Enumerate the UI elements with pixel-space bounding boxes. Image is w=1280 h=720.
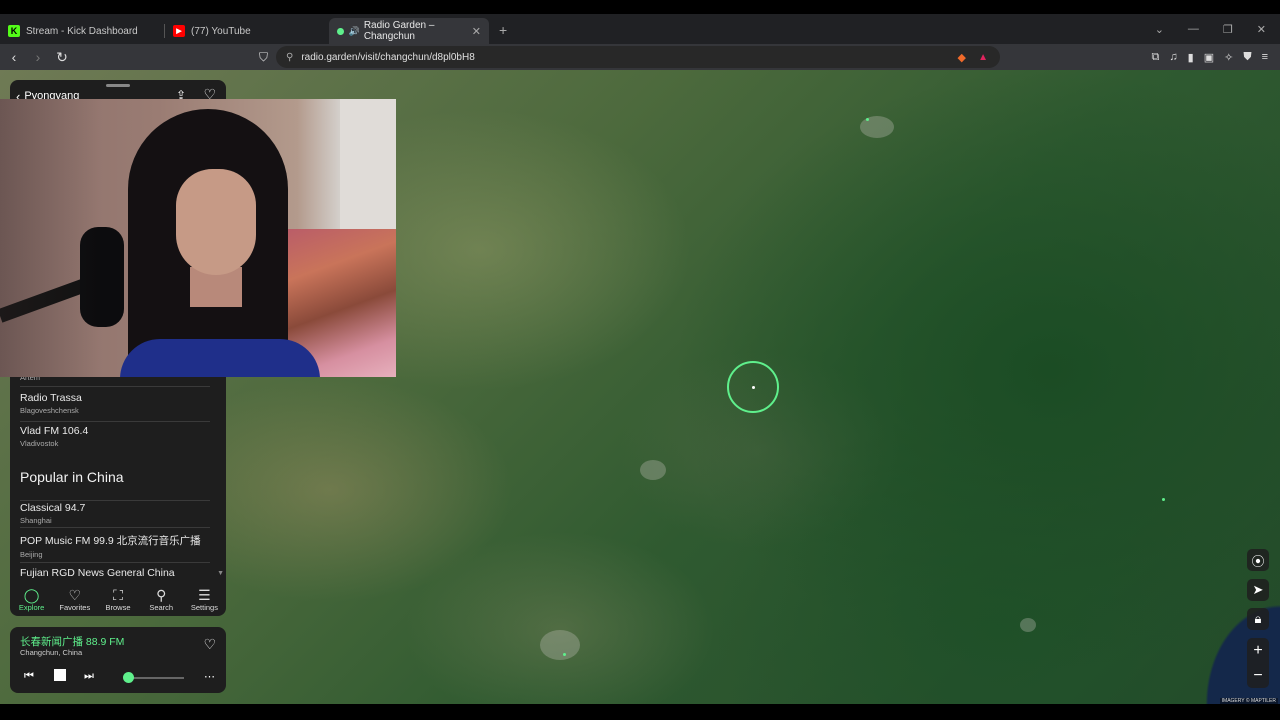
person-torso: [120, 339, 320, 377]
forward-icon[interactable]: ›: [28, 49, 48, 65]
zoom-controls: + −: [1247, 638, 1269, 688]
city-area: [640, 460, 666, 480]
station-name: Radio Trassa: [20, 392, 82, 404]
list-item[interactable]: Radio Trassa Blagoveshchensk: [20, 392, 210, 422]
list-item[interactable]: POP Music FM 99.9 北京流行音乐广播 Beijing: [20, 533, 210, 563]
person-face: [176, 169, 256, 275]
sidebar-icon[interactable]: ▮: [1188, 51, 1194, 64]
explore-icon: ◯: [23, 586, 40, 603]
heart-icon: ♡: [68, 586, 82, 603]
list-item[interactable]: Vlad FM 106.4 Vladivostok: [20, 425, 210, 455]
nav-settings[interactable]: ☰ Settings: [183, 582, 226, 616]
window-controls: ⌄ — ❐ ✕: [1155, 14, 1280, 44]
radio-garden-icon: [337, 27, 344, 35]
nav-favorites[interactable]: ♡ Favorites: [53, 582, 96, 616]
restore-button[interactable]: ❐: [1223, 23, 1233, 36]
tab-list-icon[interactable]: ⌄: [1155, 23, 1164, 36]
tab-label: (77) YouTube: [191, 25, 251, 37]
extensions-area: ⧉ ♫ ▮ ▣ ✧ ⛊ ≡: [1152, 44, 1268, 70]
station-name: POP Music FM 99.9 北京流行音乐广播: [20, 535, 201, 547]
station-name: Vlad FM 106.4: [20, 425, 89, 437]
nav-label: Settings: [190, 602, 218, 612]
browser-toolbar: ‹ › ↻ ⛉ ⚲ radio.garden/visit/changchun/d…: [0, 44, 1280, 70]
leo-icon[interactable]: ✧: [1224, 51, 1233, 64]
station-name: Fujian RGD News General China: [20, 567, 175, 579]
search-icon: ⚲: [156, 586, 167, 603]
youtube-icon: ▶: [173, 25, 185, 37]
tab-label: Stream - Kick Dashboard: [26, 25, 138, 37]
reload-icon[interactable]: ↻: [52, 49, 72, 66]
new-tab-button[interactable]: +: [499, 22, 507, 38]
station-marker[interactable]: [866, 118, 869, 121]
nav-label: Favorites: [59, 602, 91, 612]
site-info-icon[interactable]: ⚲: [286, 52, 293, 63]
more-icon[interactable]: ⋯: [204, 670, 215, 683]
now-playing-location: Changchun, China: [20, 648, 83, 657]
vpn-icon[interactable]: ⛊: [1243, 51, 1251, 64]
now-playing-station[interactable]: 长春新闻广播 88.9 FM: [20, 634, 124, 649]
station-marker[interactable]: [1162, 498, 1165, 501]
close-window-button[interactable]: ✕: [1257, 23, 1266, 36]
webcam-overlay: [0, 99, 396, 377]
player-bar: 长春新闻广播 88.9 FM Changchun, China ♡ ⏮ ⏭ ⋯: [10, 627, 226, 693]
tab-youtube[interactable]: ▶ (77) YouTube: [165, 18, 329, 44]
menu-icon[interactable]: ≡: [1262, 51, 1268, 63]
city-area: [540, 630, 580, 660]
favorite-icon[interactable]: ♡: [203, 636, 216, 653]
minimize-button[interactable]: —: [1188, 23, 1199, 35]
station-location: Vladivostok: [20, 439, 59, 448]
section-title: Popular in China: [20, 469, 124, 485]
wallet-icon[interactable]: ▣: [1204, 51, 1214, 64]
tab-kick[interactable]: K Stream - Kick Dashboard: [0, 18, 164, 44]
menu-icon: ☰: [198, 586, 211, 603]
zoom-out-button[interactable]: −: [1247, 663, 1269, 688]
nav-explore[interactable]: ◯ Explore: [10, 582, 53, 616]
map-icon: ⛶: [113, 586, 123, 603]
brave-shield-icon[interactable]: ◆: [958, 51, 966, 64]
top-bar: [0, 0, 1280, 14]
city-area: [1020, 618, 1036, 632]
nav-label: Explore: [18, 602, 45, 612]
brave-rewards-icon[interactable]: ▲: [978, 52, 988, 63]
address-bar[interactable]: ⚲ radio.garden/visit/changchun/d8pl0bH8 …: [276, 46, 1000, 68]
selected-station-dot: [752, 386, 755, 389]
nav-search[interactable]: ⚲ Search: [140, 582, 183, 616]
bookmark-icon[interactable]: ⛉: [259, 50, 268, 65]
station-location: Beijing: [20, 550, 43, 559]
media-icon[interactable]: ♫: [1169, 51, 1177, 63]
tab-bar: K Stream - Kick Dashboard ▶ (77) YouTube…: [0, 14, 1280, 44]
speaker-icon: 🔊: [348, 25, 360, 36]
kick-icon: K: [8, 25, 20, 37]
scroll-down-icon[interactable]: ▼: [217, 570, 224, 577]
next-icon[interactable]: ⏭: [84, 670, 94, 683]
close-tab-icon[interactable]: ✕: [472, 25, 481, 38]
globe-icon[interactable]: ⦿: [1247, 549, 1269, 571]
nav-label: Browse: [105, 602, 131, 612]
back-icon[interactable]: ‹: [4, 49, 24, 65]
tab-label: Radio Garden – Changchun: [363, 20, 435, 42]
bottom-nav: ◯ Explore ♡ Favorites ⛶ Browse ⚲ Search …: [10, 582, 226, 616]
tab-radio-garden[interactable]: 🔊 Radio Garden – Changchun ✕: [329, 18, 489, 44]
drag-handle[interactable]: [106, 84, 130, 87]
station-location: Shanghai: [20, 516, 52, 525]
stop-icon[interactable]: [54, 669, 66, 681]
station-marker[interactable]: [563, 653, 566, 656]
nav-label: Search: [149, 602, 174, 612]
screen: K Stream - Kick Dashboard ▶ (77) YouTube…: [0, 0, 1280, 720]
station-location: Blagoveshchensk: [20, 406, 79, 415]
list-item[interactable]: Fujian RGD News General China: [20, 567, 210, 581]
url-text: radio.garden/visit/changchun/d8pl0bH8: [301, 51, 475, 63]
lock-icon[interactable]: 🔒︎: [1247, 608, 1269, 630]
previous-icon[interactable]: ⏮: [24, 670, 34, 683]
station-name: Classical 94.7: [20, 502, 86, 514]
list-item[interactable]: Classical 94.7 Shanghai: [20, 500, 210, 528]
shadow: [0, 99, 100, 377]
locate-icon[interactable]: ➤: [1247, 579, 1269, 601]
volume-slider[interactable]: [126, 677, 184, 679]
nav-browse[interactable]: ⛶ Browse: [96, 582, 139, 616]
zoom-in-button[interactable]: +: [1247, 638, 1269, 663]
bottom-bar: [0, 704, 1280, 720]
extensions-icon[interactable]: ⧉: [1152, 51, 1160, 64]
volume-knob[interactable]: [123, 672, 134, 683]
